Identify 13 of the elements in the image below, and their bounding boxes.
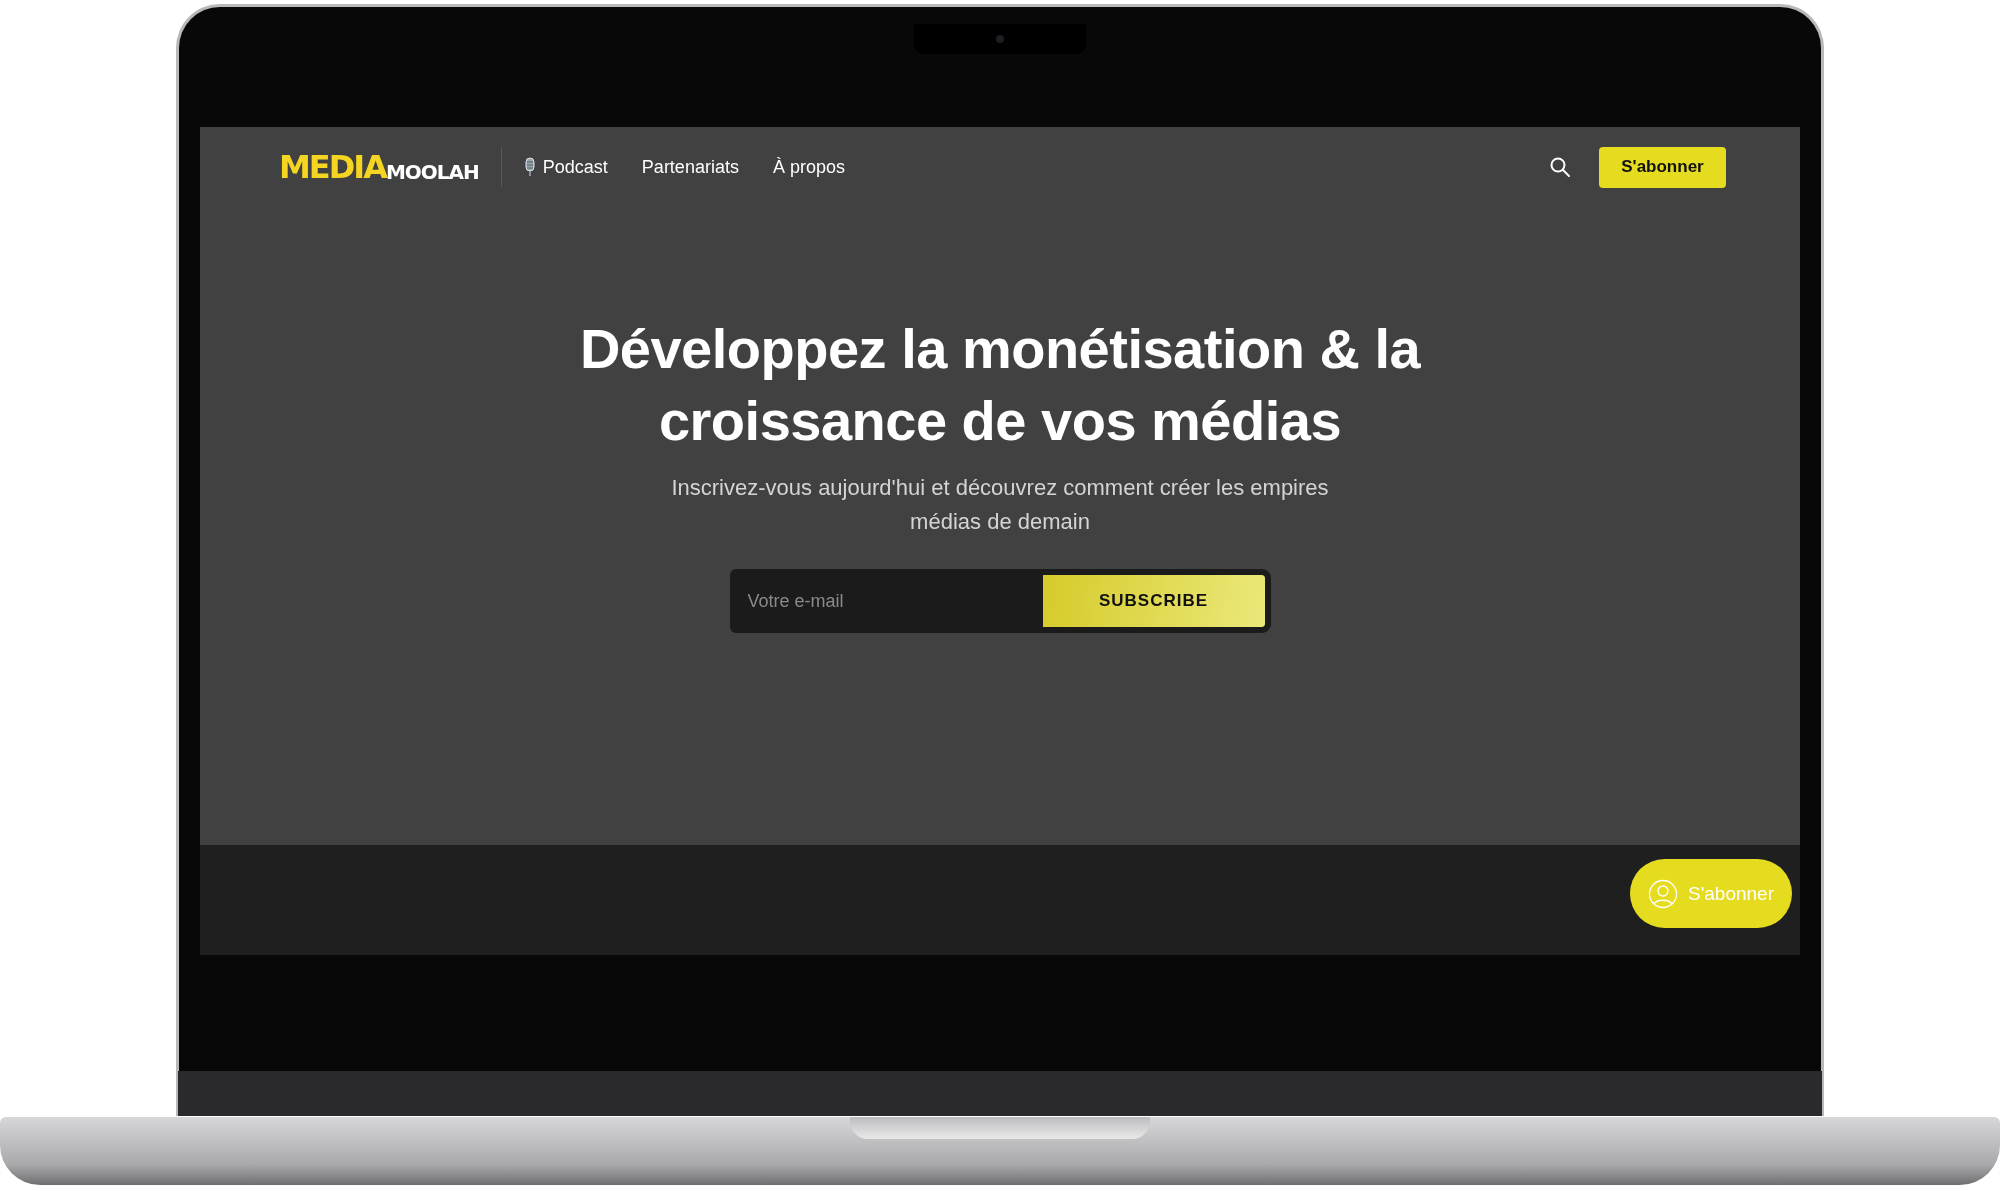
- search-icon[interactable]: [1549, 156, 1571, 178]
- email-input-field[interactable]: Votre e-mail: [729, 569, 1043, 633]
- nav-link[interactable]: Podcast: [523, 156, 608, 178]
- camera-lens: [996, 35, 1004, 43]
- email-submit-button[interactable]: SUBSCRIBE: [1042, 569, 1271, 633]
- microphone-icon: [523, 157, 536, 177]
- nav-link[interactable]: À propos: [772, 156, 845, 178]
- hero-heading: Développez la monétisation & la croissance de vos médias: [578, 316, 1422, 454]
- logo[interactable]: MEDIAMOOLAH: [279, 151, 479, 183]
- header-subscribe-button[interactable]: S'abonner: [1599, 146, 1726, 188]
- nav-link[interactable]: Partenariats: [641, 156, 739, 178]
- hero-subtitle: Inscrivez-vous aujourd'hui et découvrez comment créer les empires médias de demain: [670, 474, 1330, 536]
- user-icon: [1648, 878, 1678, 909]
